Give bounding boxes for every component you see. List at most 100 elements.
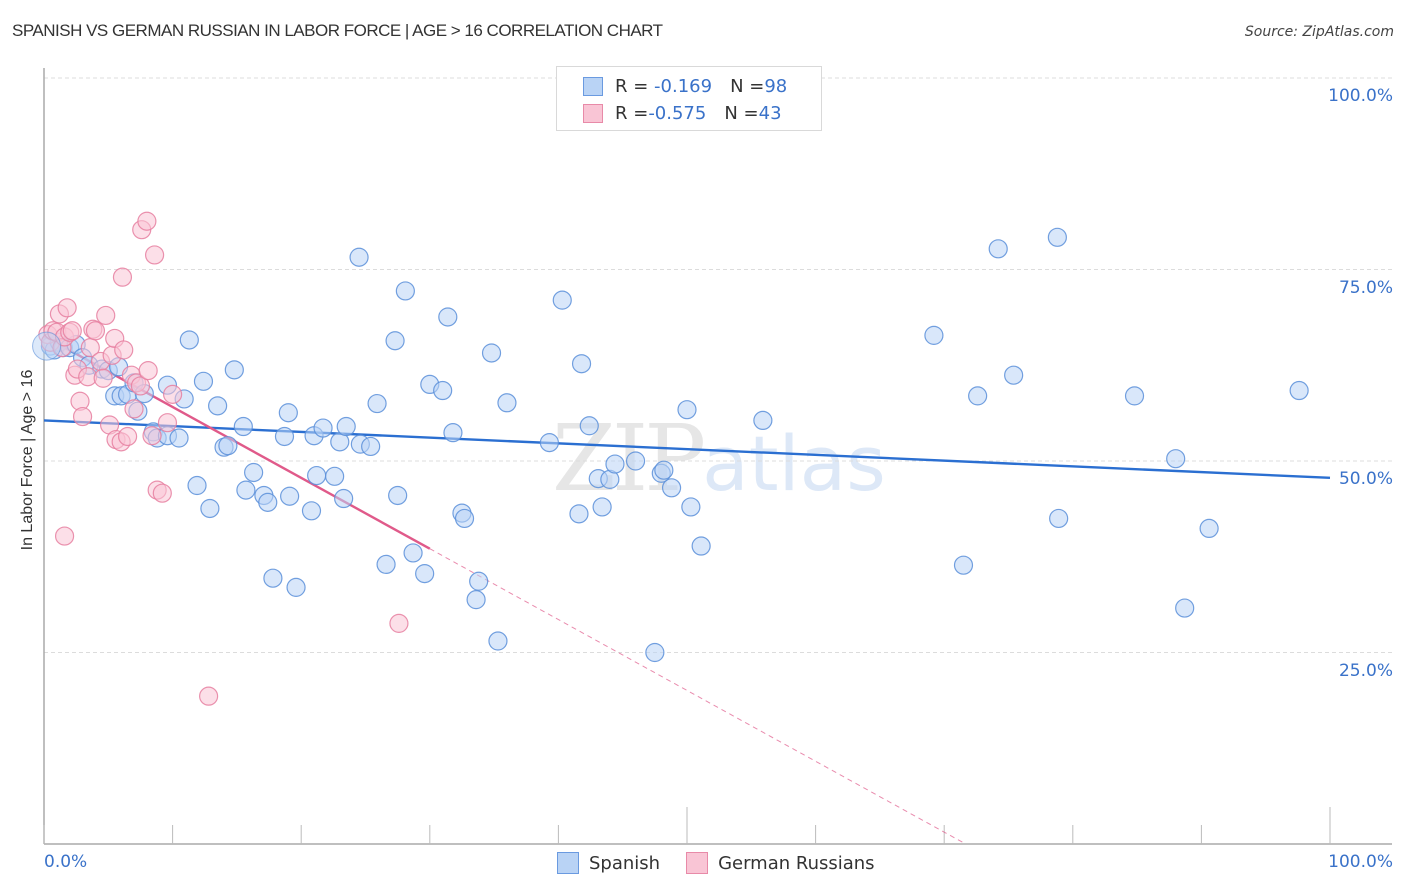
spanish-point: [307, 465, 327, 486]
spanish-point: [469, 571, 489, 591]
x-tick-label: 100.0%: [1328, 852, 1393, 872]
spanish-point: [208, 396, 228, 416]
spanish-point: [403, 543, 423, 563]
spanish-point: [497, 393, 517, 413]
german-russians-point: [389, 613, 409, 633]
y-tick-label: 50.0%: [1338, 469, 1393, 489]
spanish-point: [187, 475, 207, 496]
spanish-point: [481, 343, 502, 363]
y-tick-label: 100.0%: [1328, 86, 1393, 106]
n-value: 43: [758, 102, 782, 124]
german-russians-point: [85, 321, 106, 341]
y-tick-label: 75.0%: [1338, 277, 1393, 298]
german-russians-point: [137, 211, 157, 231]
spanish-point: [1049, 508, 1069, 529]
spanish-point: [258, 492, 278, 512]
spanish-point: [953, 555, 974, 575]
spanish-point: [376, 554, 396, 575]
german-russians-point: [199, 686, 219, 706]
y-axis-label: In Labor Force | Age > 16: [19, 369, 36, 551]
german-russians-point: [62, 321, 82, 341]
german-russians-swatch: [686, 852, 709, 874]
scatter-chart: [32, 68, 1392, 845]
spanish-point: [301, 501, 322, 521]
spanish-point: [179, 330, 199, 350]
german-russians-point: [138, 361, 158, 381]
n-value: 98: [764, 75, 788, 97]
spanish-point: [677, 400, 697, 420]
spanish-point: [361, 436, 381, 457]
spanish-point: [415, 564, 435, 584]
spanish-point: [579, 416, 599, 436]
spanish-point: [336, 416, 356, 437]
spanish-point: [233, 416, 253, 437]
spanish-point: [334, 488, 354, 509]
german-russians-point: [96, 305, 116, 326]
spanish-point: [968, 386, 988, 406]
spanish-point: [193, 371, 214, 391]
spanish-point: [169, 428, 189, 448]
spanish-point: [280, 486, 300, 506]
r-value: -0.169: [654, 75, 713, 97]
spanish-point: [367, 393, 387, 414]
german-russians-point: [72, 406, 93, 427]
german-russians-point: [112, 267, 133, 287]
spanish-point: [681, 497, 701, 517]
spanish-point: [438, 307, 458, 327]
r-label: R =: [615, 102, 649, 124]
spanish-point: [1004, 365, 1024, 385]
spanish-point: [313, 418, 333, 438]
spanish-point: [654, 460, 674, 480]
legend-item-spanish[interactable]: Spanish: [557, 852, 660, 874]
spanish-point: [385, 331, 405, 351]
spanish-point: [1124, 386, 1145, 406]
legend-label: Spanish: [589, 852, 661, 874]
german-russians-trend-extension: [429, 548, 966, 845]
german-russians-point: [152, 483, 172, 503]
spanish-point: [244, 462, 264, 483]
legend-item-german-russians[interactable]: German Russians: [686, 852, 875, 874]
spanish-point: [488, 631, 508, 651]
stats-row-german-russians: R = -0.575 N = 43: [583, 101, 782, 125]
german-russians-point: [117, 426, 138, 447]
spanish-point: [286, 577, 306, 597]
spanish-point: [274, 426, 295, 447]
spanish-point: [625, 451, 646, 471]
spanish-point: [32, 331, 62, 361]
spanish-point: [278, 403, 298, 423]
spanish-point: [592, 497, 612, 517]
spanish-point: [605, 454, 625, 474]
stats-legend: R = -0.169 N = 98 R = -0.575 N = 43: [556, 66, 822, 131]
german-russians-point: [142, 426, 162, 446]
r-label: R =: [615, 75, 649, 97]
spanish-swatch: [557, 852, 579, 874]
german-russians-point: [114, 340, 134, 360]
german-russians-point: [57, 298, 77, 318]
series-legend: Spanish German Russians: [557, 852, 901, 874]
spanish-point: [552, 290, 572, 310]
german-russians-point: [54, 526, 75, 546]
n-label: N =: [724, 102, 759, 124]
german-russians-point: [124, 399, 144, 419]
x-tick-label: 0.0%: [44, 852, 88, 872]
spanish-point: [466, 590, 486, 610]
spanish-point: [1289, 380, 1309, 401]
german-russians-point: [163, 384, 183, 404]
spanish-point: [924, 325, 944, 345]
stats-row-spanish: R = -0.169 N = 98: [583, 74, 787, 98]
y-tick-label: 25.0%: [1338, 660, 1393, 681]
spanish-point: [1199, 518, 1219, 539]
spanish-point: [1166, 449, 1186, 469]
spanish-point: [454, 508, 475, 529]
spanish-point: [571, 354, 592, 374]
data-points: [32, 211, 1309, 706]
spanish-point: [395, 281, 415, 301]
spanish-point: [443, 423, 463, 443]
gridlines: [44, 77, 1392, 653]
spanish-point: [224, 360, 244, 380]
spanish-point: [753, 410, 773, 431]
spanish-point: [691, 536, 711, 556]
spanish-point: [433, 380, 453, 401]
german-russians-point: [93, 368, 113, 388]
spanish-point: [569, 504, 589, 524]
